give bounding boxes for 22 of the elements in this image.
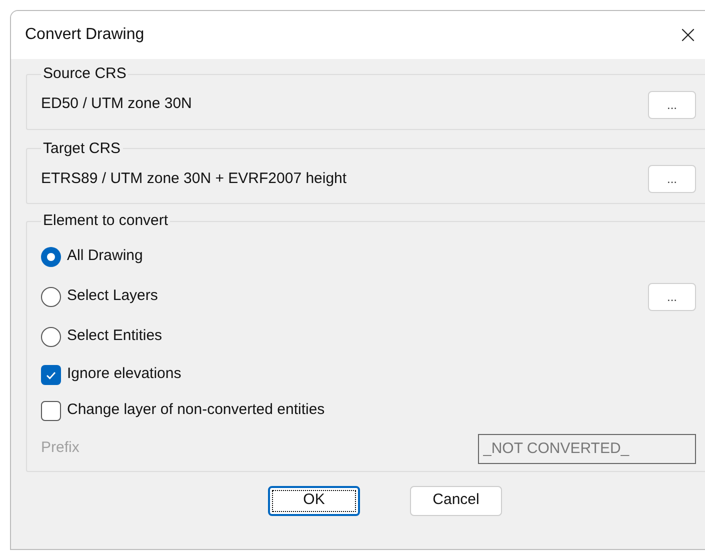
browse-button[interactable]: ... bbox=[648, 165, 696, 193]
group-title: Element to convert bbox=[42, 211, 170, 231]
radio-button[interactable] bbox=[41, 286, 61, 306]
crs-value: ETRS89 / UTM zone 30N + EVRF2007 height bbox=[41, 168, 347, 189]
dialog-button[interactable]: OK bbox=[268, 486, 360, 516]
option-label[interactable]: Ignore elevations bbox=[67, 363, 182, 386]
browse-button[interactable]: ... bbox=[648, 282, 696, 310]
option-label[interactable]: Change layer of non-converted entities bbox=[67, 399, 325, 422]
radio-button[interactable] bbox=[41, 246, 61, 266]
checkbox[interactable] bbox=[41, 400, 61, 420]
radio-button[interactable] bbox=[41, 326, 61, 346]
checkbox[interactable] bbox=[41, 364, 61, 384]
browse-button[interactable]: ... bbox=[648, 90, 696, 118]
crs-value: ED50 / UTM zone 30N bbox=[41, 94, 192, 114]
group-title: Target CRS bbox=[42, 138, 122, 158]
option-label[interactable]: All Drawing bbox=[67, 245, 143, 268]
option-label[interactable]: Select Entities bbox=[67, 325, 162, 348]
dialog-button[interactable]: Cancel bbox=[410, 486, 502, 516]
option-label[interactable]: Select Layers bbox=[67, 285, 158, 308]
group-title: Source CRS bbox=[42, 64, 128, 84]
window-title: Convert Drawing bbox=[25, 25, 144, 45]
prefix-label: Prefix bbox=[41, 438, 80, 458]
